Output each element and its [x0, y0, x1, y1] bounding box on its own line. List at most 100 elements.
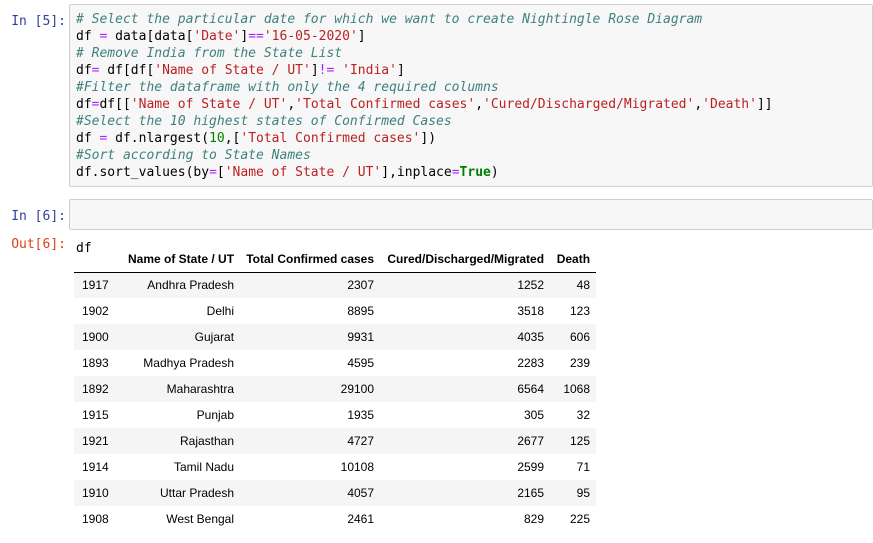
state-name-cell: Uttar Pradesh — [159, 486, 235, 500]
state-name-cell: Gujarat — [194, 330, 235, 344]
code-token: ]] — [756, 97, 773, 112]
code-line: #Select the 10 highest states of Confirm… — [76, 113, 872, 130]
cured-cell: 2165 — [517, 486, 545, 500]
table-row: 1893 Madhya Pradesh 4595 2283 239 — [74, 350, 596, 376]
confirmed-cases-cell: 9931 — [347, 330, 375, 344]
state-name-cell: Madhya Pradesh — [143, 356, 235, 370]
state-name-cell: Maharashtra — [166, 382, 235, 396]
table-row: 1910 Uttar Pradesh 4057 2165 95 — [74, 480, 597, 506]
code-token: #Sort according to State Names — [76, 148, 311, 163]
confirmed-cases-cell: 2461 — [347, 512, 375, 526]
code-token: = — [209, 165, 217, 180]
code-token: , — [287, 97, 296, 112]
code-token: df[df[ — [99, 63, 155, 78]
row-index: 1900 — [82, 330, 109, 344]
input-prompt-6: In [6]: — [11, 209, 66, 224]
table-row: 1900 Gujarat 9931 4035 606 — [74, 324, 597, 350]
death-cell: 125 — [570, 434, 591, 448]
state-name-cell: Andhra Pradesh — [147, 278, 235, 293]
death-cell: 48 — [576, 278, 591, 293]
code-token: # Select the particular date for which w… — [76, 12, 703, 27]
code-input-cell-6[interactable]: df — [69, 199, 873, 256]
code-line: # Select the particular date for which w… — [76, 11, 872, 28]
code-token: df.nlargest( — [107, 131, 210, 146]
row-index: 1902 — [82, 304, 109, 318]
code-token: 'Cured/Discharged/Migrated' — [483, 97, 695, 112]
code-token: True — [459, 165, 491, 180]
cured-cell: 1252 — [517, 278, 545, 293]
confirmed-cases-cell: 2307 — [347, 278, 375, 293]
code-token: 'Name of State / UT' — [154, 63, 311, 78]
code-line: #Sort according to State Names — [76, 147, 872, 164]
confirmed-cases-cell: 1935 — [347, 408, 375, 422]
death-cell: 95 — [576, 486, 591, 500]
code-token: ]) — [420, 131, 437, 146]
cured-cell: 2283 — [517, 356, 545, 370]
confirmed-cases-cell: 10108 — [340, 460, 375, 474]
table-row: 1902 Delhi 8895 3518 123 — [74, 298, 596, 324]
row-index: 1893 — [82, 356, 109, 370]
code-token: #Select the 10 highest states of Confirm… — [76, 114, 452, 129]
code-token: 'Name of State / UT' — [224, 165, 382, 180]
code-token: 'Death' — [702, 97, 757, 112]
code-token: == — [248, 29, 264, 44]
column-header-confirmed: Total Confirmed cases — [240, 246, 381, 273]
code-token: df — [76, 29, 100, 44]
code-token: ,[ — [224, 131, 241, 146]
code-token: , — [694, 97, 703, 112]
death-cell: 606 — [570, 330, 591, 344]
code-token: df — [76, 131, 100, 146]
code-token: ] — [396, 63, 405, 78]
death-cell: 239 — [570, 356, 591, 370]
code-token: 10 — [209, 131, 225, 146]
state-name-cell: West Bengal — [166, 512, 235, 526]
row-index: 1917 — [82, 278, 109, 293]
row-index: 1921 — [82, 434, 109, 448]
death-cell: 225 — [570, 512, 591, 526]
cured-cell: 305 — [524, 408, 545, 422]
code-token: ],inplace — [381, 165, 452, 180]
table-row: 1917 Andhra Pradesh 2307 1252 48 — [74, 272, 597, 298]
row-index: 1914 — [82, 460, 109, 474]
code-token: df — [76, 97, 92, 112]
death-cell: 71 — [576, 460, 591, 474]
state-name-cell: Delhi — [206, 304, 235, 318]
code-token: ] — [357, 29, 366, 44]
cured-cell: 4035 — [517, 330, 545, 344]
code-token: 'Date' — [193, 29, 241, 44]
column-header-cured: Cured/Discharged/Migrated — [380, 246, 551, 273]
confirmed-cases-cell: 4727 — [347, 434, 375, 448]
code-token: 'Total Confirmed cases' — [295, 97, 476, 112]
code-token: df.sort_values(by — [76, 165, 210, 180]
index-header — [74, 246, 122, 273]
table-header-row: Name of State / UT Total Confirmed cases… — [74, 246, 597, 273]
table-row: 1892 Maharashtra 29100 6564 1068 — [74, 376, 597, 402]
row-index: 1915 — [82, 408, 109, 422]
row-index: 1908 — [82, 512, 109, 526]
code-token: #Filter the dataframe with only the 4 re… — [76, 80, 499, 95]
cured-cell: 6564 — [517, 382, 545, 396]
cured-cell: 829 — [524, 512, 545, 526]
code-token: 'Total Confirmed cases' — [240, 131, 421, 146]
code-input-cell-5[interactable]: # Select the particular date for which w… — [69, 4, 873, 187]
cured-cell: 2677 — [517, 434, 545, 448]
code-line: df = data[data['Date']=='16-05-2020'] — [76, 28, 872, 45]
cured-cell: 3518 — [517, 304, 545, 318]
code-token: df — [76, 63, 92, 78]
confirmed-cases-cell: 4057 — [347, 486, 375, 500]
cured-cell: 2599 — [517, 460, 545, 474]
code-token: ) — [490, 165, 499, 180]
confirmed-cases-cell: 4595 — [347, 356, 375, 370]
code-token: , — [475, 97, 484, 112]
code-token: ] — [310, 63, 319, 78]
death-cell: 1068 — [563, 382, 591, 396]
confirmed-cases-cell: 29100 — [340, 382, 375, 396]
state-name-cell: Tamil Nadu — [174, 460, 235, 474]
state-name-cell: Punjab — [196, 408, 235, 422]
dataframe-output-table: Name of State / UT Total Confirmed cases… — [74, 246, 597, 532]
code-line: df= df[df['Name of State / UT']!= 'India… — [76, 62, 872, 79]
death-cell: 123 — [570, 304, 591, 318]
code-token: data[data[ — [107, 29, 194, 44]
input-prompt-5: In [5]: — [11, 14, 66, 29]
